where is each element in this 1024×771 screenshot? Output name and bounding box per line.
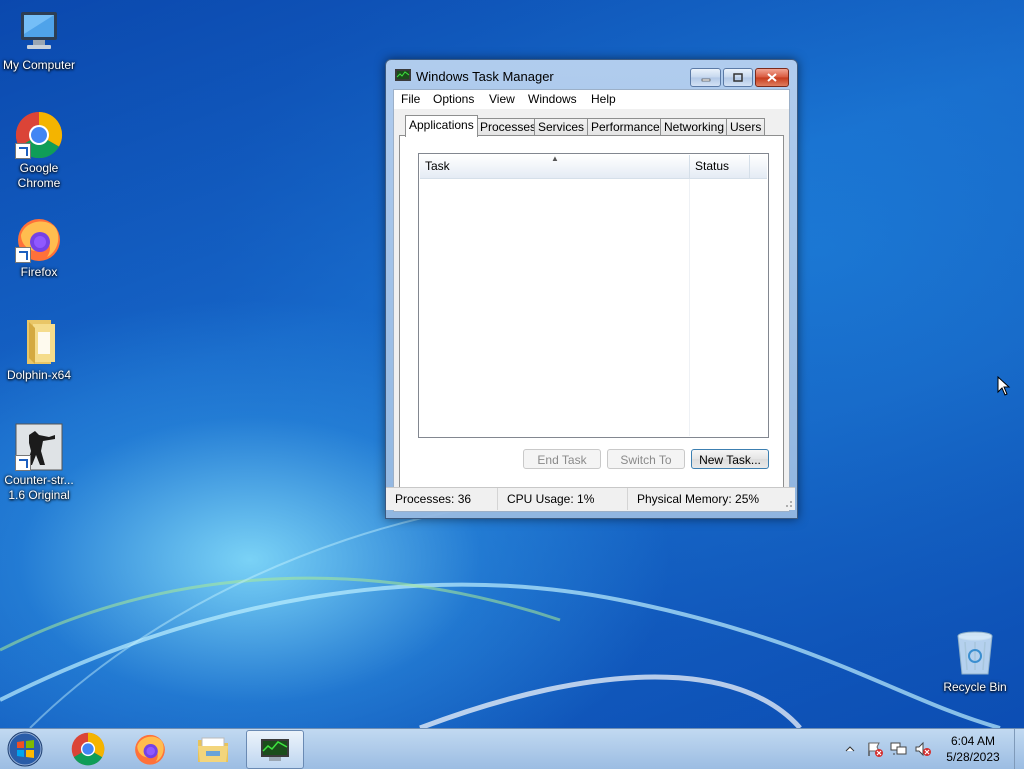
- shortcut-arrow-icon: [15, 455, 31, 471]
- menu-windows[interactable]: Windows: [526, 92, 579, 106]
- show-hidden-icons-arrow[interactable]: [844, 743, 856, 755]
- menu-options[interactable]: Options: [431, 92, 476, 106]
- chrome-icon: [71, 732, 105, 765]
- status-physical-memory: Physical Memory: 25%: [637, 492, 760, 506]
- desktop-icon-label: Google Chrome: [17, 161, 61, 190]
- windows-start-icon: [7, 731, 43, 767]
- tab-users[interactable]: Users: [726, 118, 766, 136]
- notification-area: [844, 729, 932, 769]
- chrome-icon: [15, 111, 63, 159]
- taskbar-firefox-button[interactable]: [122, 730, 178, 767]
- maximize-icon: [733, 73, 743, 82]
- desktop-icon-my-computer[interactable]: My Computer: [0, 8, 78, 73]
- tab-applications[interactable]: Applications: [405, 115, 478, 137]
- menu-view[interactable]: View: [487, 92, 517, 106]
- counter-strike-icon: [15, 423, 63, 471]
- desktop-icon-label: Dolphin-x64: [6, 368, 72, 382]
- shortcut-arrow-icon: [15, 247, 31, 263]
- maximize-button[interactable]: [723, 68, 753, 87]
- folder-icon: [15, 318, 63, 366]
- minimize-icon: [701, 78, 710, 81]
- close-icon: [767, 73, 777, 82]
- window-title: Windows Task Manager: [416, 69, 554, 84]
- network-icon[interactable]: [890, 741, 908, 757]
- column-header-status[interactable]: Status: [690, 155, 750, 178]
- explorer-icon: [198, 737, 228, 762]
- start-button[interactable]: [6, 730, 44, 768]
- action-center-flag-icon[interactable]: [866, 741, 884, 757]
- desktop-icon-label: My Computer: [2, 58, 76, 72]
- column-header-task-label: Task: [425, 159, 450, 173]
- desktop-icon-counter-strike[interactable]: Counter-str... 1.6 Original: [0, 423, 78, 503]
- status-processes: Processes: 36: [386, 488, 498, 510]
- firefox-icon: [15, 215, 63, 263]
- computer-icon: [15, 8, 63, 56]
- desktop-icon-recycle-bin[interactable]: Recycle Bin: [936, 630, 1014, 695]
- shortcut-arrow-icon: [15, 143, 31, 159]
- sort-ascending-icon: ▲: [551, 154, 559, 163]
- status-bar: Processes: 36 CPU Usage: 1% Physical Mem…: [386, 487, 795, 510]
- title-bar[interactable]: Windows Task Manager: [386, 60, 797, 90]
- desktop-icon-google-chrome[interactable]: Google Chrome: [0, 111, 78, 191]
- tab-processes[interactable]: Processes: [476, 118, 541, 136]
- taskbar-chrome-button[interactable]: [60, 730, 116, 767]
- desktop-icon-label: Firefox: [20, 265, 58, 279]
- applications-tab-panel: ▲ Task Status End Task Switch To New Tas…: [399, 135, 784, 509]
- minimize-button[interactable]: [690, 68, 721, 87]
- window-client-area: File Options View Windows Help Applicati…: [393, 89, 790, 512]
- column-header-status-label: Status: [695, 159, 730, 173]
- switch-to-button[interactable]: Switch To: [607, 449, 685, 469]
- taskbar-explorer-button[interactable]: [185, 730, 241, 767]
- menu-bar: File Options View Windows Help: [394, 90, 789, 109]
- status-cpu-usage: CPU Usage: 1%: [498, 488, 628, 510]
- resize-grip-icon[interactable]: [783, 498, 793, 508]
- task-manager-window: Windows Task Manager File Options View W…: [385, 59, 798, 519]
- clock-date: 5/28/2023: [946, 750, 1000, 764]
- firefox-icon: [135, 734, 165, 765]
- menu-help[interactable]: Help: [589, 92, 618, 106]
- taskbar: 6:04 AM 5/28/2023: [0, 728, 1024, 769]
- taskbar-clock[interactable]: 6:04 AM 5/28/2023: [930, 733, 1016, 765]
- close-button[interactable]: [755, 68, 789, 87]
- taskbar-task-manager-button[interactable]: [246, 730, 304, 769]
- menu-file[interactable]: File: [399, 92, 422, 106]
- desktop-icon-label: Counter-str... 1.6 Original: [4, 473, 74, 502]
- column-divider: [689, 179, 690, 436]
- column-header-task[interactable]: ▲ Task: [420, 155, 690, 178]
- desktop-icon-firefox[interactable]: Firefox: [0, 215, 78, 280]
- task-manager-icon: [261, 738, 289, 761]
- end-task-button[interactable]: End Task: [523, 449, 601, 469]
- clock-time: 6:04 AM: [950, 734, 996, 748]
- desktop-icon-dolphin[interactable]: Dolphin-x64: [0, 318, 78, 383]
- tab-networking[interactable]: Networking: [660, 118, 729, 136]
- recycle-bin-icon: [951, 630, 999, 678]
- list-header: ▲ Task Status: [420, 155, 767, 179]
- task-list[interactable]: ▲ Task Status: [418, 153, 769, 438]
- task-manager-icon: [395, 69, 411, 81]
- new-task-button[interactable]: New Task...: [691, 449, 769, 469]
- tab-services[interactable]: Services: [534, 118, 589, 136]
- desktop-icon-label: Recycle Bin: [943, 680, 1007, 694]
- show-desktop-button[interactable]: [1014, 729, 1024, 769]
- mouse-cursor-icon: [997, 376, 1011, 396]
- tab-performance[interactable]: Performance: [587, 118, 664, 136]
